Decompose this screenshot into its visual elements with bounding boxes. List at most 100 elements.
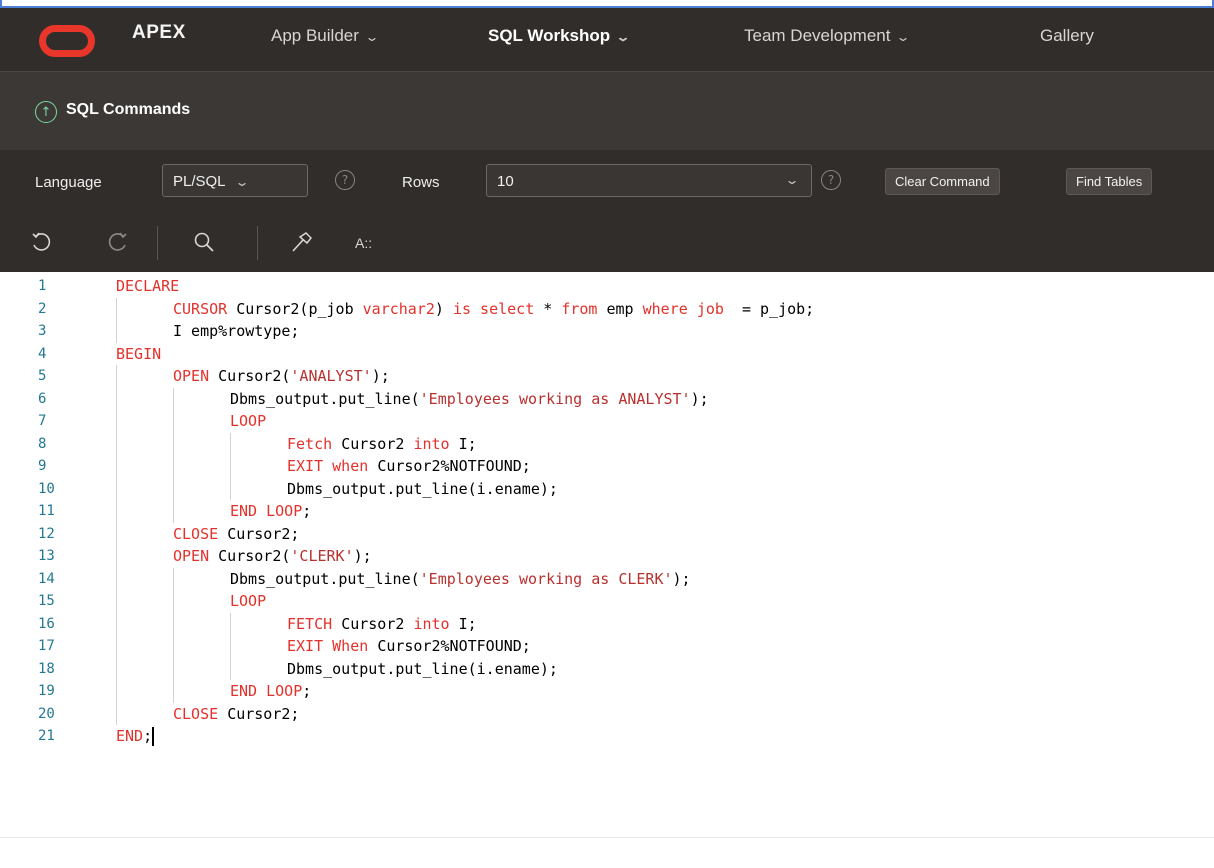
- code-token: I emp%rowtype;: [173, 322, 300, 340]
- code-token: ;: [302, 682, 312, 700]
- page-title-bar: ↑ SQL Commands: [0, 71, 1214, 150]
- string-token: 'Employees working as CLERK': [419, 569, 673, 588]
- line-number: 8: [38, 435, 47, 452]
- keyword-token: BEGIN: [116, 344, 162, 363]
- line-number: 9: [38, 458, 47, 474]
- language-help-icon[interactable]: ?: [335, 170, 355, 190]
- code-text: OPEN Cursor2('ANALYST');: [173, 365, 390, 387]
- code-token: Cursor2: [341, 614, 414, 633]
- nav-gallery[interactable]: Gallery: [1040, 26, 1094, 46]
- indent-guide: [173, 410, 174, 433]
- code-text: CLOSE Cursor2;: [173, 523, 299, 545]
- top-navigation-bar: APEX App Builder ⌄ SQL Workshop ⌄ Team Dev…: [0, 8, 1214, 71]
- code-text: EXIT when Cursor2%NOTFOUND;: [287, 455, 531, 477]
- line-number: 16: [38, 615, 55, 632]
- indent-guide: [173, 680, 174, 703]
- code-line[interactable]: 19 END LOOP;: [0, 680, 1214, 703]
- language-select-value: PL/SQL: [173, 173, 225, 190]
- line-number: 4: [38, 345, 47, 362]
- indent-guide: [116, 500, 117, 523]
- line-number: 10: [38, 480, 55, 497]
- keyword-token: is select: [452, 299, 535, 318]
- code-line[interactable]: 12 CLOSE Cursor2;: [0, 522, 1214, 545]
- code-line[interactable]: 5 OPEN Cursor2('ANALYST');: [0, 365, 1214, 388]
- keyword-token: EXIT when: [287, 457, 378, 475]
- indent-guide: [230, 612, 231, 635]
- hammer-icon[interactable]: [290, 231, 314, 258]
- indent-guide: [230, 432, 231, 455]
- code-line[interactable]: 15 LOOP: [0, 590, 1214, 613]
- text-format-icon[interactable]: A::: [355, 235, 372, 251]
- code-line[interactable]: 7 LOOP: [0, 410, 1214, 433]
- line-number: 14: [38, 570, 55, 587]
- line-number: 21: [38, 728, 55, 744]
- code-line[interactable]: 14 Dbms_output.put_line('Employees workin…: [0, 567, 1214, 590]
- code-line[interactable]: 11 END LOOP;: [0, 500, 1214, 523]
- nav-team-development[interactable]: Team Development ⌄: [744, 26, 911, 46]
- indent-guide: [173, 455, 174, 478]
- indent-guide: [116, 590, 117, 613]
- chevron-down-icon: ⌄: [234, 175, 250, 189]
- code-line[interactable]: 8 Fetch Cursor2 into I;: [0, 432, 1214, 455]
- nav-app-builder[interactable]: App Builder ⌄: [271, 26, 379, 46]
- code-line[interactable]: 21 END;: [0, 725, 1214, 747]
- indent-guide: [116, 522, 117, 545]
- nav-sql-workshop-label: SQL Workshop: [488, 26, 611, 45]
- code-line[interactable]: 18 Dbms_output.put_line(i.ename);: [0, 657, 1214, 680]
- code-text: END LOOP;: [230, 500, 311, 522]
- code-line[interactable]: 4 BEGIN: [0, 343, 1214, 365]
- code-text: CURSOR Cursor2(p_job varchar2) is select…: [173, 298, 814, 320]
- code-line[interactable]: 17 EXIT When Cursor2%NOTFOUND;: [0, 635, 1214, 658]
- code-line[interactable]: 9 EXIT when Cursor2%NOTFOUND;: [0, 455, 1214, 478]
- code-line[interactable]: 16 FETCH Cursor2 into I;: [0, 612, 1214, 635]
- rows-select[interactable]: 10 ⌄: [486, 164, 812, 197]
- code-line[interactable]: 1 DECLARE: [0, 275, 1214, 297]
- nav-gallery-label: Gallery: [1040, 26, 1094, 45]
- line-number: 7: [38, 413, 47, 429]
- rows-label: Rows: [402, 174, 440, 191]
- toolbar-divider: [157, 226, 158, 260]
- code-line[interactable]: 13 OPEN Cursor2('CLERK');: [0, 545, 1214, 568]
- keyword-token: into: [413, 614, 450, 633]
- code-line[interactable]: 10 Dbms_output.put_line(i.ename);: [0, 477, 1214, 500]
- nav-sql-workshop[interactable]: SQL Workshop ⌄: [488, 26, 631, 46]
- code-text: I emp%rowtype;: [173, 320, 299, 342]
- indent-guide: [116, 567, 117, 590]
- code-token: Dbms_output.put_line(: [230, 389, 420, 408]
- keyword-token: job: [696, 299, 724, 318]
- arrow-up-circle-icon[interactable]: ↑: [35, 101, 57, 123]
- indent-guide: [230, 657, 231, 680]
- code-token: ;: [143, 727, 153, 745]
- redo-icon[interactable]: [107, 231, 129, 258]
- keyword-token: END LOOP: [230, 502, 303, 520]
- window-top-border: [0, 0, 1214, 8]
- line-number: 17: [38, 638, 55, 654]
- indent-guide: [173, 590, 174, 613]
- rows-help-icon[interactable]: ?: [821, 170, 841, 190]
- indent-guide: [173, 387, 174, 410]
- code-line[interactable]: 2 CURSOR Cursor2(p_job varchar2) is selec…: [0, 297, 1214, 320]
- indent-guide: [173, 500, 174, 523]
- page-title: SQL Commands: [66, 101, 191, 118]
- code-editor[interactable]: 1 DECLARE 2 CURSOR Cursor2(p_job varchar2) …: [0, 272, 1214, 868]
- indent-guide: [116, 657, 117, 680]
- line-number: 13: [38, 548, 55, 564]
- code-line[interactable]: 6 Dbms_output.put_line('Employees working…: [0, 387, 1214, 410]
- code-line[interactable]: 3 I emp%rowtype;: [0, 320, 1214, 343]
- apex-brand[interactable]: APEX: [132, 22, 186, 44]
- indent-guide: [116, 365, 117, 388]
- indent-guide: [116, 702, 117, 725]
- language-select[interactable]: PL/SQL ⌄: [162, 164, 308, 197]
- oracle-logo-icon[interactable]: [39, 25, 95, 57]
- language-label: Language: [35, 174, 102, 191]
- indent-guide: [230, 455, 231, 478]
- search-icon[interactable]: [193, 231, 215, 258]
- clear-command-button[interactable]: Clear Command: [885, 168, 1000, 195]
- indent-guide: [173, 635, 174, 658]
- undo-icon[interactable]: [30, 231, 52, 258]
- code-line[interactable]: 20 CLOSE Cursor2;: [0, 702, 1214, 725]
- find-tables-button[interactable]: Find Tables: [1066, 168, 1153, 195]
- keyword-token: FETCH: [287, 614, 342, 633]
- code-text: LOOP: [230, 590, 266, 612]
- indent-guide: [173, 612, 174, 635]
